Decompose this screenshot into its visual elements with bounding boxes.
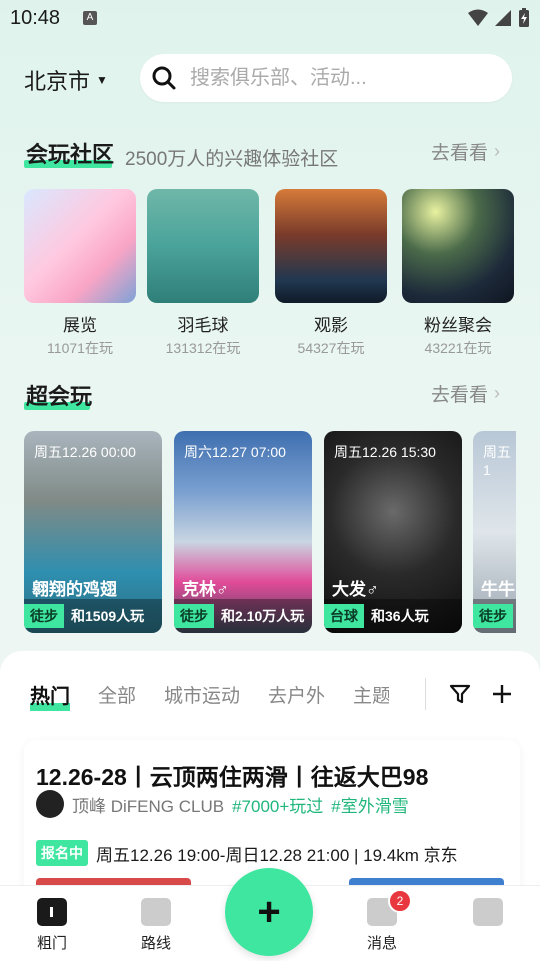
event-footer: 徒步 和2.10万人玩 bbox=[174, 599, 312, 633]
notification-icon: A bbox=[83, 11, 97, 25]
event-title: 翱翔的鸡翅 bbox=[32, 580, 117, 599]
community-tile-exhibition[interactable]: 展览 11071在玩 bbox=[24, 189, 136, 358]
community-tile-fan-meetup[interactable]: 粉丝聚会 43221在玩 bbox=[402, 189, 514, 358]
event-date: 周五12.26 15:30 bbox=[334, 444, 436, 460]
search-icon bbox=[140, 65, 188, 91]
system-icons bbox=[468, 8, 530, 28]
caret-down-icon: ▼ bbox=[96, 73, 108, 87]
tile-name: 粉丝聚会 bbox=[424, 316, 492, 335]
nav-label: 粗门 bbox=[36, 935, 67, 952]
post-schedule: 周五12.26 19:00-周日12.28 21:00 | 19.4km 京东 bbox=[96, 845, 458, 865]
super-title: 超会玩 bbox=[24, 379, 93, 411]
signal-icon bbox=[495, 10, 511, 26]
event-tag: 徒步 bbox=[174, 604, 214, 628]
create-button[interactable]: + bbox=[225, 868, 313, 956]
community-title: 会玩社区 bbox=[24, 137, 115, 169]
post-title: 12.26-28丨云顶两住两滑丨往返大巴98 bbox=[36, 764, 429, 790]
tile-count: 131312在玩 bbox=[165, 340, 241, 356]
event-title: 大发♂ bbox=[332, 580, 379, 599]
tab-all[interactable]: 全部 bbox=[98, 681, 136, 708]
plus-icon: + bbox=[257, 890, 281, 934]
fan-meetup-image bbox=[402, 189, 514, 303]
super-more-link[interactable]: 去看看 › bbox=[431, 380, 500, 407]
tile-name: 观影 bbox=[314, 316, 348, 335]
nav-item-profile[interactable] bbox=[458, 898, 518, 932]
search-bar[interactable] bbox=[140, 54, 512, 102]
community-subtitle: 2500万人的兴趣体验社区 bbox=[125, 149, 339, 170]
add-icon[interactable] bbox=[490, 682, 514, 706]
event-tag: 台球 bbox=[324, 604, 364, 628]
movie-poster-image bbox=[275, 189, 387, 303]
community-tile-badminton[interactable]: 羽毛球 131312在玩 bbox=[147, 189, 259, 358]
community-tile-movie[interactable]: 观影 54327在玩 bbox=[275, 189, 387, 358]
hashtag[interactable]: #7000+玩过 bbox=[232, 792, 323, 817]
tile-name: 展览 bbox=[63, 316, 97, 335]
event-card[interactable]: 周五1 牛牛 徒步 bbox=[473, 431, 516, 633]
event-footer: 徒步 和1509人玩 bbox=[24, 599, 162, 633]
tab-city-sports[interactable]: 城市运动 bbox=[164, 681, 240, 708]
event-title: 克林♂ bbox=[182, 580, 229, 599]
nav-item-routes[interactable]: 路线 bbox=[126, 898, 186, 953]
status-bar: 10:48 A bbox=[0, 0, 540, 36]
club-logo bbox=[36, 790, 64, 818]
event-join-count: 和36人玩 bbox=[371, 608, 429, 624]
event-card[interactable]: 周六12.27 07:00 克林♂ 徒步 和2.10万人玩 bbox=[174, 431, 312, 633]
event-card[interactable]: 周五12.26 15:30 大发♂ 台球 和36人玩 bbox=[324, 431, 462, 633]
tile-count: 54327在玩 bbox=[297, 340, 365, 356]
event-date: 周五12.26 00:00 bbox=[34, 444, 136, 460]
feed-tab-actions bbox=[425, 678, 514, 710]
message-count-badge: 2 bbox=[388, 889, 412, 913]
event-footer: 台球 和36人玩 bbox=[324, 599, 462, 633]
tile-name: 羽毛球 bbox=[177, 316, 229, 335]
event-title: 牛牛 bbox=[481, 580, 515, 599]
nav-label: 路线 bbox=[140, 935, 171, 952]
wifi-icon bbox=[468, 9, 488, 26]
badminton-image bbox=[147, 189, 259, 303]
event-date: 周六12.27 07:00 bbox=[184, 444, 286, 460]
tile-count: 43221在玩 bbox=[424, 340, 492, 356]
chevron-right-icon: › bbox=[494, 383, 501, 403]
event-join-count: 和2.10万人玩 bbox=[221, 608, 305, 624]
tab-theme[interactable]: 主题 bbox=[353, 681, 389, 708]
tab-label: 热门 bbox=[30, 686, 70, 708]
event-card[interactable]: 周五12.26 00:00 翱翔的鸡翅 徒步 和1509人玩 bbox=[24, 431, 162, 633]
divider bbox=[425, 678, 426, 710]
event-join-count: 和1509人玩 bbox=[71, 608, 145, 624]
battery-icon bbox=[519, 8, 529, 27]
tab-hot[interactable]: 热门 bbox=[30, 680, 70, 711]
event-date: 周五1 bbox=[483, 444, 511, 478]
club-info[interactable]: 顶峰 DiFENG CLUB #7000+玩过 #室外滑雪 bbox=[36, 790, 409, 818]
nav-item-home[interactable]: 粗门 bbox=[22, 898, 82, 953]
post-meta: 报名中 周五12.26 19:00-周日12.28 21:00 | 19.4km… bbox=[36, 840, 458, 866]
route-icon bbox=[141, 898, 171, 926]
hashtag[interactable]: #室外滑雪 bbox=[331, 792, 408, 817]
profile-icon bbox=[473, 898, 503, 926]
community-more-link[interactable]: 去看看 › bbox=[431, 138, 500, 165]
search-input[interactable] bbox=[188, 65, 492, 91]
event-tag: 徒步 bbox=[24, 604, 64, 628]
more-label: 去看看 bbox=[431, 143, 489, 164]
home-icon bbox=[37, 898, 67, 926]
nav-label: 消息 bbox=[366, 935, 397, 952]
feed-tabs: 热门 全部 城市运动 去户外 主题 bbox=[30, 680, 389, 711]
event-footer: 徒步 bbox=[473, 599, 516, 633]
exhibition-image bbox=[24, 189, 136, 303]
club-name: 顶峰 DiFENG CLUB bbox=[72, 796, 225, 816]
tab-outdoor[interactable]: 去户外 bbox=[268, 681, 325, 708]
community-title-text: 会玩社区 bbox=[26, 142, 115, 167]
city-label: 北京市 bbox=[24, 69, 91, 94]
tile-count: 11071在玩 bbox=[47, 340, 113, 356]
super-title-text: 超会玩 bbox=[26, 384, 93, 409]
filter-icon[interactable] bbox=[448, 682, 472, 706]
status-time: 10:48 bbox=[10, 7, 61, 29]
more-label: 去看看 bbox=[431, 385, 489, 406]
city-selector[interactable]: 北京市 ▼ bbox=[24, 64, 108, 96]
chevron-right-icon: › bbox=[494, 141, 501, 161]
registration-badge: 报名中 bbox=[36, 840, 88, 866]
event-tag: 徒步 bbox=[473, 604, 513, 628]
